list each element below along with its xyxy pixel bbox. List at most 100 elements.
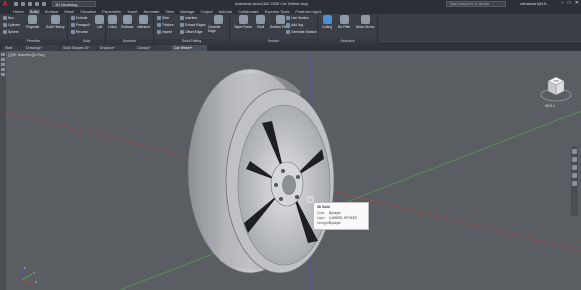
presspull-button[interactable]: Presspull — [71, 23, 90, 27]
drawing-viewport[interactable]: [-][SE Isometric][X-Ray] TOP WCS ▾ 3D So… — [0, 51, 581, 290]
extrude-icon — [71, 16, 75, 20]
showmotion-icon[interactable] — [572, 181, 577, 186]
tab-featured-apps[interactable]: Featured Apps — [294, 9, 322, 14]
revolve-icon — [71, 30, 75, 34]
window-controls: – □ ✕ — [561, 0, 579, 6]
imprint-button[interactable]: Imprint — [157, 30, 172, 34]
tool-icon[interactable] — [1, 63, 5, 66]
save-icon[interactable] — [28, 2, 32, 6]
chamfer-edge-button[interactable]: Chamfer Edge — [208, 15, 229, 33]
loft-button[interactable]: Loft — [95, 15, 104, 29]
maximize-button[interactable]: □ — [568, 0, 571, 6]
box-button[interactable]: Box — [3, 16, 14, 20]
polysolid-button[interactable]: Polysolid — [26, 15, 39, 29]
tab-parametric[interactable]: Parametric — [101, 9, 122, 14]
union-icon — [108, 15, 117, 24]
add-jog-button[interactable]: Add Jog — [286, 23, 303, 27]
autocad-logo-icon[interactable]: A — [0, 0, 10, 8]
left-toolbar — [0, 51, 6, 290]
undo-icon[interactable] — [35, 2, 39, 6]
union-button[interactable]: Union — [108, 15, 117, 29]
workspace-dropdown[interactable]: 3D Modeling — [52, 1, 96, 7]
tooltip-row: Linetype ByLayer — [317, 221, 365, 225]
tab-mesh[interactable]: Mesh — [63, 9, 75, 14]
polysolid-icon — [28, 15, 38, 24]
slice-button[interactable]: Slice — [157, 16, 169, 20]
lug-hole — [296, 175, 300, 179]
thicken-button[interactable]: Thicken — [157, 23, 174, 27]
tab-surface[interactable]: Surface — [44, 9, 60, 14]
no-filter-button[interactable]: No Filter — [338, 15, 350, 29]
shell-icon — [256, 15, 265, 24]
culling-button[interactable]: Culling — [322, 15, 332, 29]
intersect-button[interactable]: Intersect — [137, 15, 150, 29]
extrude-button[interactable]: Extrude — [71, 16, 87, 20]
tool-icon[interactable] — [1, 53, 5, 56]
tab-insert[interactable]: Insert — [126, 9, 138, 14]
tooltip-key: Layer — [317, 216, 325, 220]
extract-edges-icon — [180, 23, 184, 27]
tooltip-row: Layer 0-WHEEL SPOKES — [317, 216, 365, 220]
panel-solid-editing: Slice Thicken Imprint Interfere Extract … — [154, 14, 230, 44]
wcs-dropdown[interactable]: WCS ▾ — [545, 104, 555, 108]
solid-history-icon — [50, 15, 60, 24]
tooltip-key: Color — [317, 211, 325, 215]
panel-section: Taper Faces Shell Section Plane Live Sec… — [230, 14, 318, 44]
document-tabs: Start Drawing1* Solid Shapes 01* Dropbox… — [0, 44, 581, 51]
cylinder-button[interactable]: Cylinder — [3, 23, 20, 27]
viewcube[interactable]: TOP WCS ▾ — [539, 71, 573, 108]
generate-section-icon — [286, 30, 290, 34]
tab-view[interactable]: View — [164, 9, 175, 14]
tab-solid[interactable]: Solid — [28, 8, 40, 14]
imprint-icon — [157, 30, 161, 34]
lug-hole — [295, 195, 299, 199]
new-icon[interactable] — [14, 2, 18, 6]
minimize-button[interactable]: – — [561, 0, 564, 6]
tooltip-value: ByLayer — [329, 211, 341, 215]
move-gizmo-button[interactable]: Move Gizmo — [356, 15, 375, 29]
revolve-button[interactable]: Revolve — [71, 30, 88, 34]
tab-annotate[interactable]: Annotate — [142, 9, 160, 14]
generate-section-button[interactable]: Generate Section — [286, 30, 317, 34]
steering-wheel-icon[interactable] — [572, 149, 577, 154]
offset-edge-icon — [180, 30, 184, 34]
quick-access-toolbar — [14, 2, 46, 6]
viewcube-top-label: TOP — [553, 79, 559, 83]
extract-edges-button[interactable]: Extract Edges — [180, 23, 206, 27]
subtract-button[interactable]: Subtract — [121, 15, 133, 29]
window-title: Autodesk AutoCAD 2020 Car Wheel.dwg — [235, 1, 308, 6]
close-button[interactable]: ✕ — [575, 0, 579, 6]
section-plane-icon — [275, 15, 285, 24]
sphere-button[interactable]: Sphere — [3, 30, 19, 34]
sphere-icon — [3, 30, 7, 34]
user-account[interactable]: cdhaehan@15... — [520, 1, 549, 6]
tab-visualize[interactable]: Visualize — [79, 9, 97, 14]
tab-manage[interactable]: Manage — [179, 9, 195, 14]
zoom-icon[interactable] — [572, 165, 577, 170]
tool-icon[interactable] — [1, 68, 5, 71]
tab-output[interactable]: Output — [200, 9, 214, 14]
model-canvas[interactable] — [0, 51, 581, 290]
tab-home[interactable]: Home — [12, 9, 25, 14]
pan-icon[interactable] — [572, 157, 577, 162]
orbit-icon[interactable] — [572, 173, 577, 178]
search-input[interactable]: Type a keyword or phrase — [446, 1, 506, 7]
solid-history-button[interactable]: Solid History — [46, 15, 65, 29]
lug-hole — [281, 169, 285, 173]
tab-collaborate[interactable]: Collaborate — [237, 9, 259, 14]
tab-express-tools[interactable]: Express Tools — [264, 9, 291, 14]
offset-edge-button[interactable]: Offset Edge — [180, 30, 202, 34]
interfere-button[interactable]: Interfere — [180, 16, 197, 20]
viewport-controls-label[interactable]: [-][SE Isometric][X-Ray] — [8, 53, 45, 57]
lug-hole — [274, 183, 278, 187]
redo-icon[interactable] — [42, 2, 46, 6]
taper-faces-button[interactable]: Taper Faces — [234, 15, 252, 29]
tab-add-ins[interactable]: Add-ins — [218, 9, 234, 14]
tool-icon[interactable] — [1, 73, 5, 76]
shell-button[interactable]: Shell — [256, 15, 265, 29]
tool-icon[interactable] — [1, 58, 5, 61]
panel-primitive: Box Cylinder Sphere Polysolid Solid Hist… — [0, 14, 68, 44]
car-wheel-model[interactable] — [187, 68, 335, 274]
open-icon[interactable] — [21, 2, 25, 6]
live-section-button[interactable]: Live Section — [286, 16, 309, 20]
